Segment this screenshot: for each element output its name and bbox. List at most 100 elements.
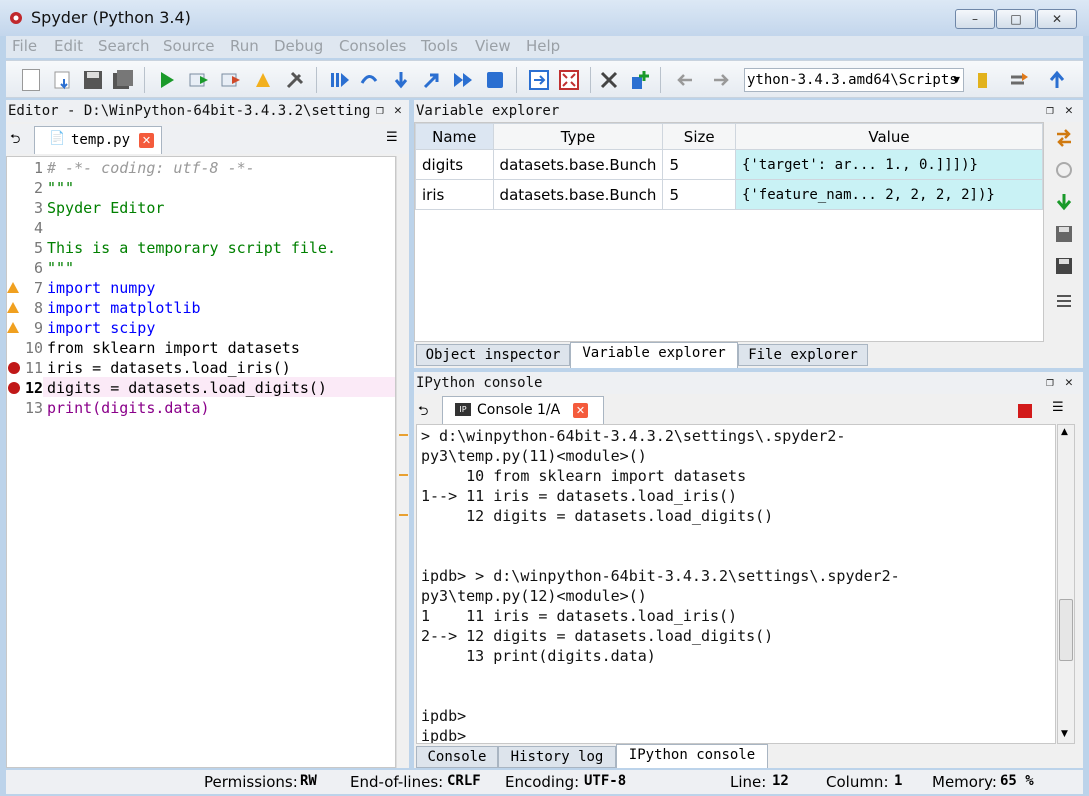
console-line: py3\temp.py(11)<module>() xyxy=(421,447,647,465)
preferences-icon[interactable] xyxy=(598,69,620,91)
minimize-button[interactable]: – xyxy=(955,9,995,29)
maximize-button[interactable]: □ xyxy=(996,9,1036,29)
tab-file-explorer[interactable]: File explorer xyxy=(738,344,868,366)
column-header-type[interactable]: Type xyxy=(492,123,664,150)
column-header-value[interactable]: Value xyxy=(734,123,1044,150)
warning-marker[interactable] xyxy=(399,514,408,516)
eol-value: CRLF xyxy=(447,773,481,789)
save-icon[interactable] xyxy=(82,69,104,91)
open-file-icon[interactable] xyxy=(52,69,74,91)
line-number: 9 xyxy=(33,319,43,337)
undock-icon[interactable]: ❐ xyxy=(1046,372,1054,394)
continue-icon[interactable] xyxy=(452,69,474,91)
code-line: digits = datasets.load_digits() xyxy=(47,379,327,397)
pythonpath-manager-icon[interactable] xyxy=(628,69,650,91)
refresh-icon[interactable] xyxy=(1054,160,1074,180)
fullscreen-icon[interactable] xyxy=(558,69,580,91)
var-value[interactable]: {'feature_nam... 2, 2, 2, 2])} xyxy=(734,179,1044,210)
close-pane-icon[interactable]: ✕ xyxy=(1065,372,1073,394)
close-tab-icon[interactable]: ✕ xyxy=(573,403,588,418)
save-data-icon[interactable] xyxy=(1054,224,1074,244)
close-pane-icon[interactable]: ✕ xyxy=(394,100,402,122)
menu-debug[interactable]: Debug xyxy=(274,37,323,55)
run-settings-icon[interactable] xyxy=(188,69,210,91)
new-file-icon[interactable] xyxy=(22,69,40,91)
console-output[interactable]: > d:\winpython-64bit-3.4.3.2\settings\.s… xyxy=(416,424,1056,744)
console-tab[interactable]: IP Console 1/A ✕ xyxy=(442,396,604,424)
title-bar: Spyder (Python 3.4) – □ ✕ xyxy=(0,0,1089,36)
menu-file[interactable]: File xyxy=(12,37,37,55)
console-line: > d:\winpython-64bit-3.4.3.2\settings\.s… xyxy=(421,427,846,445)
run-cell-icon[interactable] xyxy=(220,69,242,91)
configure-run-icon[interactable] xyxy=(284,69,306,91)
menu-source[interactable]: Source xyxy=(163,37,215,55)
download-arrow-icon[interactable] xyxy=(1054,192,1074,212)
console-scrollbar[interactable]: ▲ ▼ xyxy=(1057,424,1075,744)
save-data-as-icon[interactable] xyxy=(1054,256,1074,276)
warning-marker[interactable] xyxy=(399,434,408,436)
close-tab-icon[interactable]: ✕ xyxy=(139,133,154,148)
code-editor[interactable]: 1 # -*- coding: utf-8 -*- 2 """ 3 Spyder… xyxy=(6,156,396,768)
run-selection-icon[interactable] xyxy=(252,69,274,91)
tab-history-log[interactable]: History log xyxy=(498,746,616,768)
menu-run[interactable]: Run xyxy=(230,37,259,55)
options-menu-icon[interactable]: ☰ xyxy=(1052,400,1064,415)
maximize-pane-icon[interactable] xyxy=(528,69,550,91)
editor-pane-title: Editor - D:\WinPython-64bit-3.4.3.2\sett… xyxy=(8,103,371,119)
menu-tools[interactable]: Tools xyxy=(421,37,458,55)
ipython-console-title: IPython console xyxy=(416,375,543,391)
run-icon[interactable] xyxy=(156,69,178,91)
ipython-icon: IP xyxy=(455,403,471,416)
var-value[interactable]: {'target': ar... 1., 0.]]])} xyxy=(734,149,1044,180)
stop-kernel-icon[interactable] xyxy=(1018,404,1032,418)
change-to-parent-dir-icon[interactable] xyxy=(1008,69,1030,91)
menu-help[interactable]: Help xyxy=(526,37,560,55)
browse-folder-icon[interactable] xyxy=(972,69,994,91)
variable-table-area: Name Type Size Value digits datasets.bas… xyxy=(414,122,1044,342)
table-row[interactable]: digits datasets.base.Bunch 5 {'target': … xyxy=(415,149,1044,180)
debug-icon[interactable] xyxy=(328,69,350,91)
working-directory-combobox[interactable]: ​ython-3.4.3.amd64\Scripts ▼ xyxy=(744,68,964,92)
save-all-icon[interactable] xyxy=(112,69,134,91)
step-icon[interactable] xyxy=(358,69,380,91)
memory-value: 65 % xyxy=(1000,773,1034,789)
browse-tabs-icon[interactable]: ⮌ xyxy=(10,130,20,152)
menu-view[interactable]: View xyxy=(475,37,511,55)
status-bar: Permissions: RW End-of-lines: CRLF Encod… xyxy=(6,770,1083,794)
options-menu-icon[interactable] xyxy=(1054,292,1074,312)
forward-arrow-icon[interactable] xyxy=(710,69,732,91)
close-button[interactable]: ✕ xyxy=(1037,9,1077,29)
line-number: 8 xyxy=(33,299,43,317)
tab-object-inspector[interactable]: Object inspector xyxy=(416,344,570,366)
menu-consoles[interactable]: Consoles xyxy=(339,37,406,55)
line-label: Line: xyxy=(730,773,767,791)
stop-debug-icon[interactable] xyxy=(484,69,506,91)
undock-icon[interactable]: ❐ xyxy=(1046,100,1054,122)
tab-variable-explorer[interactable]: Variable explorer xyxy=(570,342,738,368)
column-header-size[interactable]: Size xyxy=(662,123,736,150)
editor-tab-temp-py[interactable]: 📄 temp.py ✕ xyxy=(34,126,162,154)
menu-edit[interactable]: Edit xyxy=(54,37,83,55)
browse-tabs-icon[interactable]: ⮌ xyxy=(418,402,428,424)
import-data-icon[interactable] xyxy=(1054,128,1074,148)
column-value: 1 xyxy=(894,773,903,789)
scroll-up-icon[interactable]: ▲ xyxy=(1061,427,1068,437)
step-return-icon[interactable] xyxy=(420,69,442,91)
undock-icon[interactable]: ❐ xyxy=(376,100,384,122)
menu-search[interactable]: Search xyxy=(98,37,150,55)
step-into-icon[interactable] xyxy=(390,69,412,91)
close-pane-icon[interactable]: ✕ xyxy=(1065,100,1073,122)
options-menu-icon[interactable]: ☰ xyxy=(386,130,398,145)
scrollbar-thumb[interactable] xyxy=(1059,599,1073,661)
up-arrow-icon[interactable] xyxy=(1046,69,1068,91)
chevron-down-icon: ▼ xyxy=(953,73,960,86)
column-header-name[interactable]: Name xyxy=(415,123,494,150)
warning-marker[interactable] xyxy=(399,474,408,476)
scroll-down-icon[interactable]: ▼ xyxy=(1061,729,1068,739)
tab-ipython-console[interactable]: IPython console xyxy=(616,744,768,768)
table-row[interactable]: iris datasets.base.Bunch 5 {'feature_nam… xyxy=(415,179,1044,210)
tab-console[interactable]: Console xyxy=(416,746,498,768)
variable-explorer-pane: Variable explorer ❐ ✕ Name Type Size Val… xyxy=(414,100,1083,368)
console-line: 1--> 11 iris = datasets.load_iris() xyxy=(421,487,738,505)
back-arrow-icon[interactable] xyxy=(674,69,696,91)
